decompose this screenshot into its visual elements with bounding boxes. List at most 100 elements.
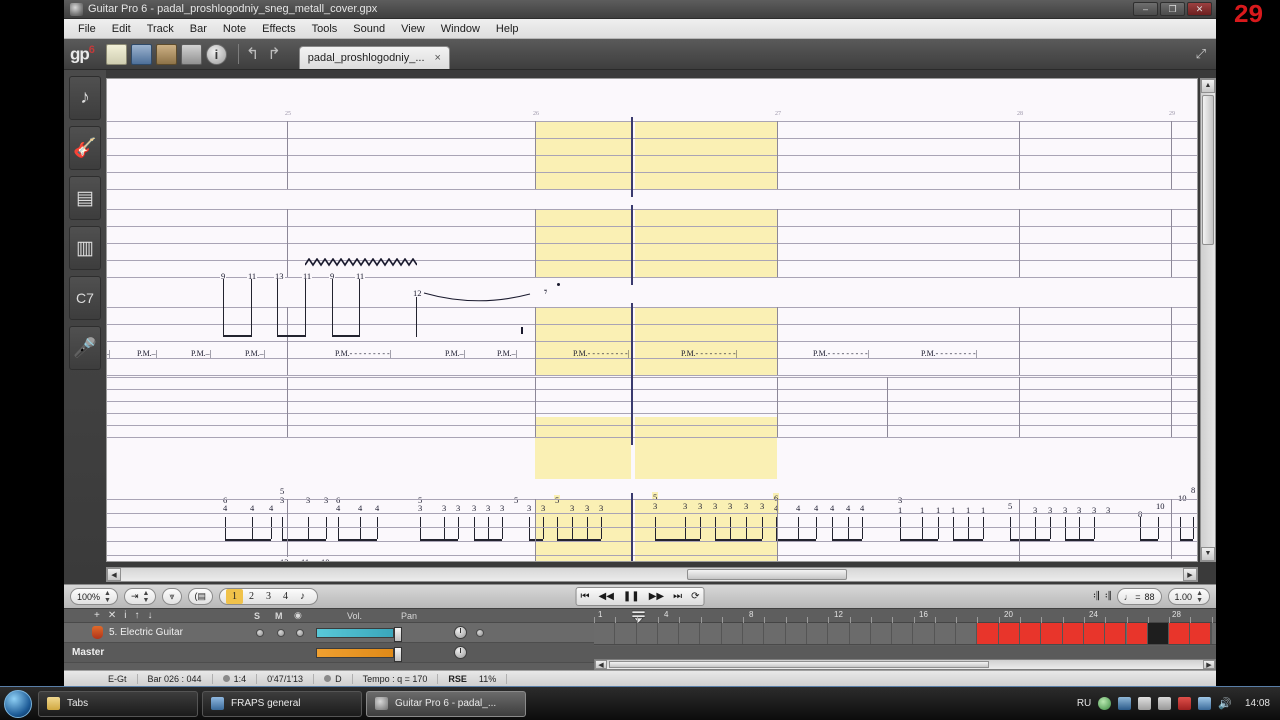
menu-view[interactable]: View bbox=[393, 21, 433, 37]
timeline-bar-cell[interactable] bbox=[977, 623, 999, 644]
count-in-icon[interactable]: 𝄇 bbox=[1105, 589, 1111, 604]
timeline-bar-cell[interactable] bbox=[1126, 623, 1148, 644]
voice-extra-icon[interactable]: ♪ bbox=[294, 589, 311, 604]
master-pan-knob[interactable] bbox=[454, 646, 467, 659]
shield-icon[interactable] bbox=[1098, 697, 1112, 710]
page-layout-control[interactable]: ⇥ ▲ ▼ bbox=[123, 588, 157, 605]
voice-3[interactable]: 3 bbox=[260, 589, 277, 604]
timeline-panel[interactable]: 1 4 8 12 16 20 24 28 ◀ ▶ bbox=[594, 609, 1216, 670]
last-button[interactable]: ⏭ bbox=[673, 591, 682, 602]
timeline-bar-cell[interactable] bbox=[956, 623, 978, 644]
red-x-icon[interactable] bbox=[1138, 697, 1152, 710]
timeline-position-cursor[interactable] bbox=[632, 609, 645, 623]
network-icon[interactable] bbox=[1198, 697, 1212, 710]
battery-icon[interactable] bbox=[1178, 697, 1192, 710]
move-down-icon[interactable]: ↓ bbox=[147, 610, 152, 621]
master-row[interactable]: Master bbox=[64, 643, 594, 663]
menu-tools[interactable]: Tools bbox=[304, 21, 346, 37]
menu-bar[interactable]: Bar bbox=[182, 21, 215, 37]
timeline-bar-cell[interactable] bbox=[1169, 623, 1191, 644]
horizontal-scroll-thumb[interactable] bbox=[687, 569, 847, 580]
rewind-button[interactable]: ◀◀ bbox=[599, 591, 614, 602]
master-volume-slider[interactable] bbox=[316, 646, 402, 662]
open-file-icon[interactable] bbox=[130, 43, 152, 65]
instrument-icon[interactable]: 🎸 bbox=[69, 126, 101, 170]
timeline-scrollbar[interactable]: ◀ ▶ bbox=[594, 659, 1216, 670]
timeline-bar-cell[interactable] bbox=[764, 623, 786, 644]
vertical-scroll-thumb[interactable] bbox=[1202, 95, 1214, 245]
timeline-bar-cell[interactable] bbox=[850, 623, 871, 644]
taskbar-item-guitarpro[interactable]: Guitar Pro 6 - padal_... bbox=[366, 690, 526, 717]
menu-track[interactable]: Track bbox=[139, 21, 182, 37]
menu-window[interactable]: Window bbox=[433, 21, 488, 37]
timeline-scroll-right[interactable]: ▶ bbox=[1203, 660, 1215, 669]
speed-spinner-icon[interactable]: ▲ ▼ bbox=[1196, 590, 1203, 604]
menu-file[interactable]: File bbox=[70, 21, 104, 37]
track-info-icon[interactable]: i bbox=[124, 610, 126, 621]
voice-selector[interactable]: 1 2 3 4 ♪ bbox=[219, 588, 319, 605]
menu-help[interactable]: Help bbox=[488, 21, 527, 37]
timeline-bar-cell[interactable] bbox=[658, 623, 680, 644]
score-page[interactable]: 25 26 27 28 29 9 11 13 11 9 11 12 𝄾 | P.… bbox=[106, 78, 1198, 562]
track-extra-dot[interactable] bbox=[476, 628, 484, 637]
timeline-bar-cell[interactable] bbox=[935, 623, 957, 644]
first-button[interactable]: ⏮ bbox=[581, 591, 590, 602]
forward-button[interactable]: ▶▶ bbox=[649, 591, 664, 602]
timeline-bar-cell[interactable] bbox=[914, 623, 935, 644]
taskbar-item-fraps[interactable]: FRAPS general bbox=[202, 690, 362, 717]
timeline-scroll-thumb[interactable] bbox=[609, 661, 989, 668]
stave-control[interactable]: (▤ bbox=[187, 588, 214, 605]
timeline-bar-cell[interactable] bbox=[1041, 623, 1063, 644]
zoom-control[interactable]: 100% ▲ ▼ bbox=[70, 588, 118, 605]
taskbar-item-tabs[interactable]: Tabs bbox=[38, 690, 198, 717]
timeline-bar-cell[interactable] bbox=[786, 623, 807, 644]
timeline-bar-cell[interactable] bbox=[637, 623, 658, 644]
timeline-track-lane[interactable] bbox=[594, 623, 1216, 645]
solo-button[interactable] bbox=[256, 628, 264, 637]
timeline-bar-cell[interactable] bbox=[1105, 623, 1127, 644]
scroll-left-button[interactable]: ◀ bbox=[107, 568, 121, 581]
scroll-right-button[interactable]: ▶ bbox=[1183, 568, 1197, 581]
scroll-down-button[interactable]: ▼ bbox=[1201, 547, 1215, 561]
new-file-icon[interactable] bbox=[105, 43, 127, 65]
monitor-icon[interactable] bbox=[1118, 697, 1132, 710]
timeline-bar-cell[interactable] bbox=[679, 623, 701, 644]
timeline-bar-cell[interactable] bbox=[1020, 623, 1042, 644]
loop-button[interactable]: ⟳ bbox=[691, 591, 699, 602]
timeline-bar-cell[interactable] bbox=[743, 623, 765, 644]
visibility-button[interactable] bbox=[296, 628, 304, 637]
metronome-icon[interactable]: 𝄇 bbox=[1093, 589, 1099, 604]
start-button-icon[interactable] bbox=[4, 689, 32, 718]
save-file-icon[interactable] bbox=[155, 43, 177, 65]
volume-icon[interactable]: 🔊 bbox=[1218, 697, 1232, 710]
timeline-bar-cell[interactable] bbox=[807, 623, 829, 644]
chord-icon[interactable]: C7 bbox=[69, 276, 101, 320]
undo-icon[interactable]: ↰ bbox=[246, 44, 259, 64]
track-volume-slider[interactable] bbox=[316, 626, 402, 642]
mute-button[interactable] bbox=[277, 628, 285, 637]
tempo-control[interactable]: ♩ = 88 bbox=[1116, 588, 1162, 605]
rack-icon[interactable]: ▥ bbox=[69, 226, 101, 270]
menu-effects[interactable]: Effects bbox=[254, 21, 303, 37]
menu-note[interactable]: Note bbox=[215, 21, 254, 37]
stompbox-icon[interactable]: ▤ bbox=[69, 176, 101, 220]
voice-2[interactable]: 2 bbox=[243, 589, 260, 604]
timeline-bar-cell[interactable] bbox=[615, 623, 637, 644]
add-track-icon[interactable]: + bbox=[94, 610, 100, 621]
remove-track-icon[interactable]: ✕ bbox=[108, 610, 116, 621]
move-up-icon[interactable]: ↑ bbox=[134, 610, 139, 621]
score-vertical-scrollbar[interactable]: ▲ ▼ bbox=[1200, 78, 1216, 562]
timeline-bar-cell[interactable] bbox=[1190, 623, 1212, 644]
layout-spinner-icon[interactable]: ▲ ▼ bbox=[143, 590, 150, 604]
pause-button[interactable]: ❚❚ bbox=[623, 591, 640, 602]
menu-sound[interactable]: Sound bbox=[345, 21, 393, 37]
close-button[interactable]: ✕ bbox=[1187, 2, 1212, 16]
flag-icon[interactable] bbox=[1158, 697, 1172, 710]
redo-icon[interactable]: ↱ bbox=[267, 44, 280, 64]
microphone-icon[interactable]: 🎤 bbox=[69, 326, 101, 370]
timeline-bar-cell[interactable] bbox=[1083, 623, 1106, 644]
maximize-button[interactable]: ❐ bbox=[1160, 2, 1185, 16]
timeline-scroll-left[interactable]: ◀ bbox=[595, 660, 607, 669]
expand-icon[interactable]: ⤢ bbox=[1196, 46, 1206, 62]
menu-edit[interactable]: Edit bbox=[104, 21, 139, 37]
